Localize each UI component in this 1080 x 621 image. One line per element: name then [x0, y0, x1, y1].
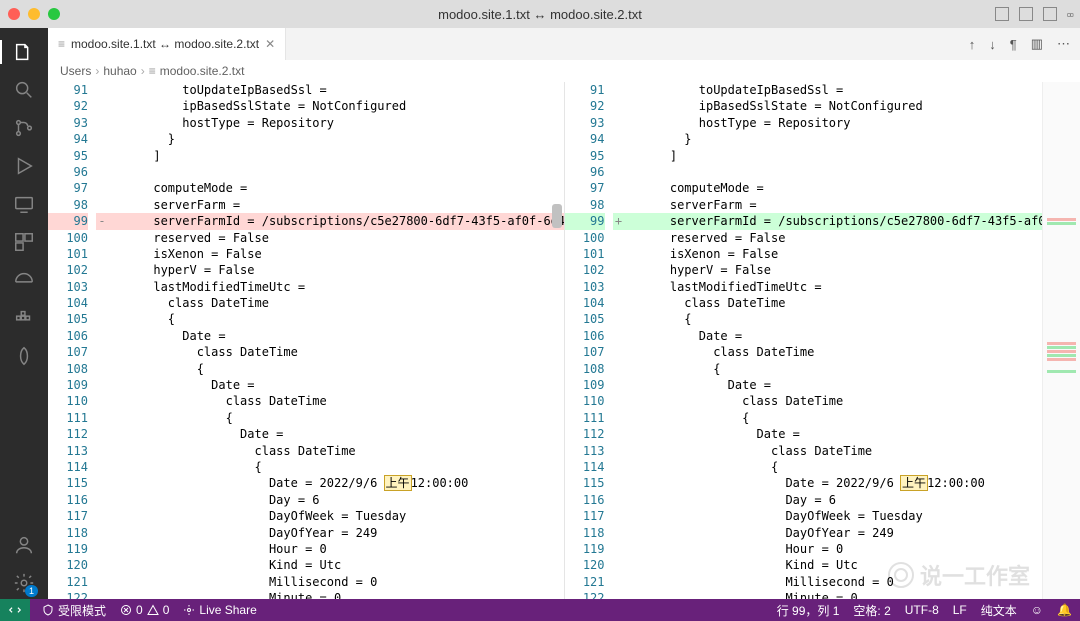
- layout-sidebar-right-icon[interactable]: [1043, 7, 1057, 21]
- file-icon: ≡: [58, 37, 65, 51]
- unknown-ext-icon[interactable]: [8, 340, 40, 372]
- restricted-mode-button[interactable]: 受限模式: [42, 602, 106, 619]
- close-tab-icon[interactable]: ✕: [265, 37, 275, 51]
- window-controls: [8, 8, 60, 20]
- diff-left-pane[interactable]: 9192939495969798991001011021031041051061…: [48, 82, 565, 599]
- prev-diff-icon[interactable]: ↑: [969, 37, 976, 52]
- breadcrumb-seg[interactable]: huhao: [103, 64, 136, 78]
- settings-gear-icon[interactable]: 1: [8, 567, 40, 599]
- breadcrumb[interactable]: Users › huhao › ≡ modoo.site.2.txt: [48, 60, 1080, 82]
- cursor-position[interactable]: 行 99，列 1: [777, 602, 840, 619]
- file-icon: ≡: [149, 64, 156, 78]
- toggle-whitespace-icon[interactable]: ¶: [1010, 37, 1017, 52]
- layout-customize-icon[interactable]: ▫▫: [1067, 7, 1072, 22]
- toggle-inline-icon[interactable]: ▥: [1031, 36, 1043, 52]
- remote-indicator[interactable]: [0, 599, 30, 621]
- eol[interactable]: LF: [953, 603, 967, 617]
- explorer-icon[interactable]: [8, 36, 40, 68]
- status-bar: 受限模式 0 0 Live Share 行 99，列 1 空格: 2 UTF-8…: [0, 599, 1080, 621]
- settings-badge: 1: [25, 585, 38, 597]
- breadcrumb-seg[interactable]: modoo.site.2.txt: [160, 64, 245, 78]
- layout-sidebar-left-icon[interactable]: [995, 7, 1009, 21]
- titlebar: modoo.site.1.txt ↔ modoo.site.2.txt ▫▫: [0, 0, 1080, 28]
- encoding[interactable]: UTF-8: [905, 603, 939, 617]
- source-control-icon[interactable]: [8, 112, 40, 144]
- line-numbers-left: 9192939495969798991001011021031041051061…: [48, 82, 96, 599]
- tab-bar: ≡ modoo.site.1.txt ↔ modoo.site.2.txt ✕ …: [48, 28, 1080, 60]
- titlebar-layout-controls: ▫▫: [995, 7, 1072, 22]
- azure-icon[interactable]: [8, 264, 40, 296]
- notifications-icon[interactable]: 🔔: [1057, 603, 1072, 617]
- language-mode[interactable]: 纯文本: [981, 602, 1017, 619]
- scrollbar-left[interactable]: [550, 82, 564, 599]
- code-right[interactable]: toUpdateIpBasedSsl = ipBasedSslState = N…: [625, 82, 1043, 599]
- live-share-button[interactable]: Live Share: [183, 603, 256, 617]
- diff-marker-right: +: [613, 82, 625, 599]
- next-diff-icon[interactable]: ↓: [989, 37, 996, 52]
- search-icon[interactable]: [8, 74, 40, 106]
- remote-explorer-icon[interactable]: [8, 188, 40, 220]
- close-window-button[interactable]: [8, 8, 20, 20]
- extensions-icon[interactable]: [8, 226, 40, 258]
- docker-icon[interactable]: [8, 302, 40, 334]
- chevron-right-icon: ›: [95, 64, 99, 78]
- diff-editor: 9192939495969798991001011021031041051061…: [48, 82, 1080, 599]
- breadcrumb-seg[interactable]: Users: [60, 64, 91, 78]
- accounts-icon[interactable]: [8, 529, 40, 561]
- feedback-icon[interactable]: ☺: [1031, 603, 1043, 617]
- layout-panel-icon[interactable]: [1019, 7, 1033, 21]
- chevron-right-icon: ›: [141, 64, 145, 78]
- diff-right-pane[interactable]: 9192939495969798991001011021031041051061…: [565, 82, 1080, 599]
- zoom-window-button[interactable]: [48, 8, 60, 20]
- indentation[interactable]: 空格: 2: [853, 602, 890, 619]
- diff-marker-left: -: [96, 82, 108, 599]
- minimap-overview[interactable]: [1042, 82, 1080, 599]
- problems-button[interactable]: 0 0: [120, 603, 169, 617]
- line-numbers-right: 9192939495969798991001011021031041051061…: [565, 82, 613, 599]
- tab-label: modoo.site.1.txt ↔ modoo.site.2.txt: [71, 37, 259, 51]
- minimize-window-button[interactable]: [28, 8, 40, 20]
- more-actions-icon[interactable]: ⋯: [1057, 36, 1070, 52]
- activity-bar: 1: [0, 28, 48, 599]
- run-debug-icon[interactable]: [8, 150, 40, 182]
- code-left[interactable]: toUpdateIpBasedSsl = ipBasedSslState = N…: [108, 82, 564, 599]
- tab-diff[interactable]: ≡ modoo.site.1.txt ↔ modoo.site.2.txt ✕: [48, 28, 286, 60]
- window-title: modoo.site.1.txt ↔ modoo.site.2.txt: [0, 7, 1080, 22]
